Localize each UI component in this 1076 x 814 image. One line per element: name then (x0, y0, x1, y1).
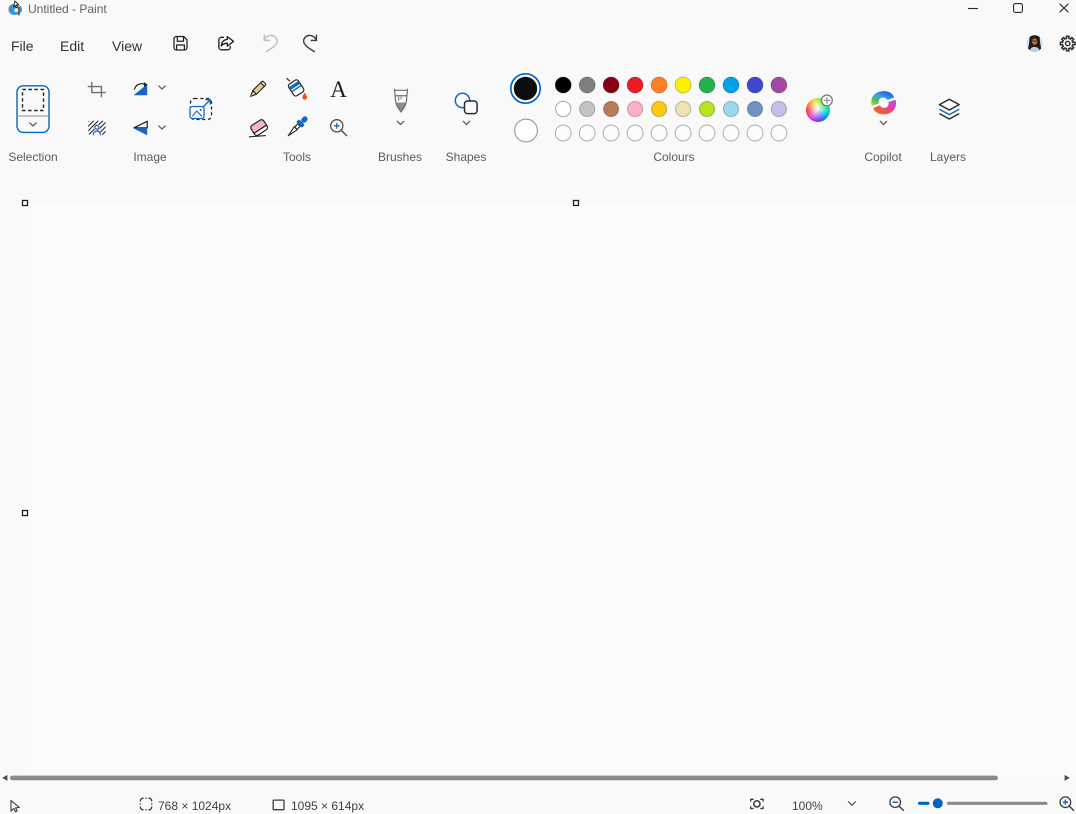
svg-text:A: A (330, 77, 347, 102)
